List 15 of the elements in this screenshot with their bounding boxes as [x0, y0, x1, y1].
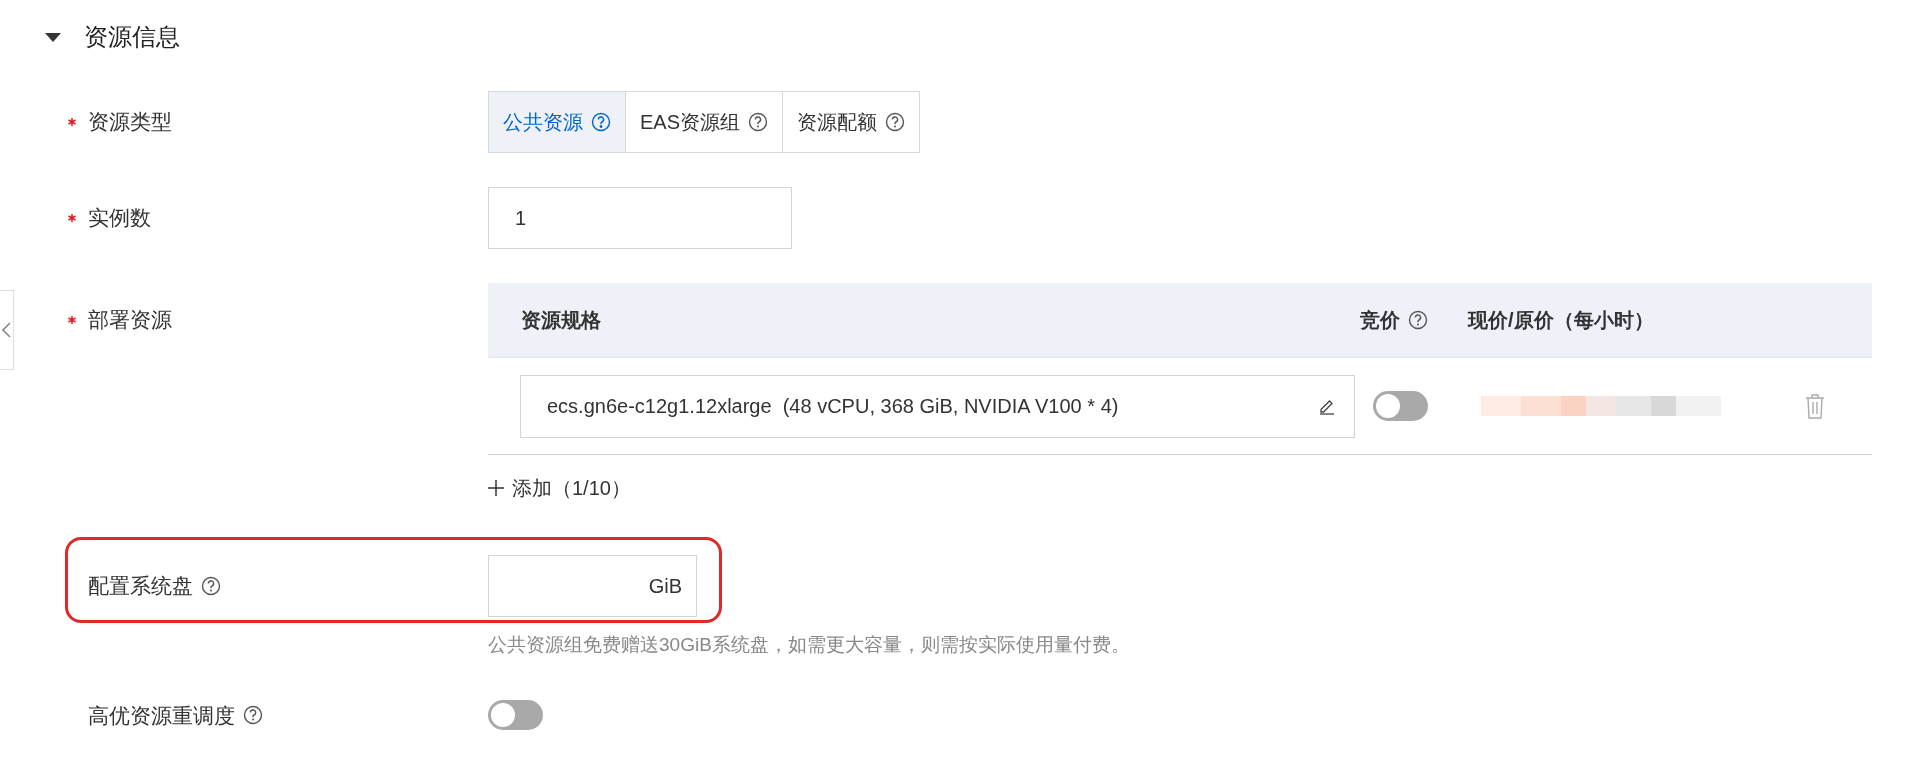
- section-title: 资源信息: [84, 22, 180, 52]
- column-header: 资源规格: [521, 308, 601, 333]
- field-label: 高优资源重调度: [88, 702, 235, 729]
- field-label: 实例数: [88, 205, 151, 232]
- field-label: 配置系统盘: [88, 573, 193, 600]
- field-label: 部署资源: [88, 307, 172, 334]
- column-header: 现价/原价（每小时）: [1468, 308, 1654, 333]
- size-field[interactable]: GiB: [488, 555, 697, 617]
- field-label: 资源类型: [88, 109, 172, 136]
- segment-tab[interactable]: 公共资源: [489, 92, 625, 152]
- column-header: 竞价: [1360, 308, 1400, 333]
- add-link[interactable]: 添加（1/10）: [488, 473, 631, 503]
- number-field[interactable]: 1: [488, 187, 792, 249]
- spec-field[interactable]: ecs.gn6e-c12g1.12xlarge (48 vCPU, 368 GiB, NVIDIA V100 * 4): [520, 374, 1355, 438]
- hint-text: 公共资源组免费赠送30GiB系统盘，如需更大容量，则需按实际使用量付费。: [488, 633, 1131, 657]
